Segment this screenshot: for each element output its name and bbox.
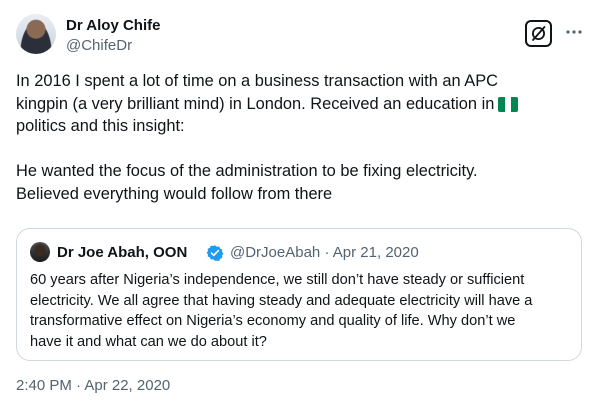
quoted-line: transformative effect on Nigeria’s econo… <box>30 313 516 330</box>
quoted-author-handle: @DrJoeAbah <box>230 244 321 261</box>
more-options-icon <box>566 30 582 34</box>
quoted-tweet-text: 60 years after Nigeria’s independence, w… <box>30 270 572 352</box>
quoted-line: electricity. We all agree that having st… <box>30 292 533 309</box>
tweet-line: Believed everything would follow from th… <box>16 184 333 203</box>
quoted-author-avatar <box>30 242 50 262</box>
tweet-line-text: kingpin (a very brilliant mind) in Londo… <box>16 94 495 113</box>
quoted-tweet[interactable]: Dr Joe Abah, OON @DrJoeAbah · Apr 21, 20… <box>16 228 582 361</box>
author-handle[interactable]: @ChifeDr <box>66 37 132 54</box>
tweet-card: Dr Aloy Chife @ChifeDr In 2016 I spent a… <box>0 0 597 412</box>
quoted-line: have it and what can we do about it? <box>30 333 267 350</box>
tweet-timestamp[interactable]: 2:40 PM · Apr 22, 2020 <box>16 377 170 394</box>
nigeria-flag-icon <box>498 96 519 112</box>
tweet-line: He wanted the focus of the administratio… <box>16 162 478 181</box>
grok-button[interactable] <box>525 20 552 47</box>
grok-icon <box>532 26 546 41</box>
tweet-text: In 2016 I spent a lot of time on a busin… <box>16 70 582 206</box>
author-name[interactable]: Dr Aloy Chife <box>66 17 160 34</box>
more-options-button[interactable] <box>563 22 585 42</box>
quoted-date[interactable]: Apr 21, 2020 <box>333 244 419 261</box>
tweet-line: kingpin (a very brilliant mind) in Londo… <box>16 93 582 116</box>
author-avatar[interactable] <box>16 14 56 54</box>
quoted-author-name: Dr Joe Abah, OON <box>57 244 188 261</box>
verified-badge-icon <box>206 245 224 262</box>
quoted-meta: @DrJoeAbah · Apr 21, 2020 <box>230 244 419 261</box>
tweet-line: In 2016 I spent a lot of time on a busin… <box>16 72 498 90</box>
meta-separator: · <box>324 244 330 261</box>
quoted-line: 60 years after Nigeria’s independence, w… <box>30 272 525 288</box>
tweet-line: politics and this insight: <box>16 117 185 136</box>
